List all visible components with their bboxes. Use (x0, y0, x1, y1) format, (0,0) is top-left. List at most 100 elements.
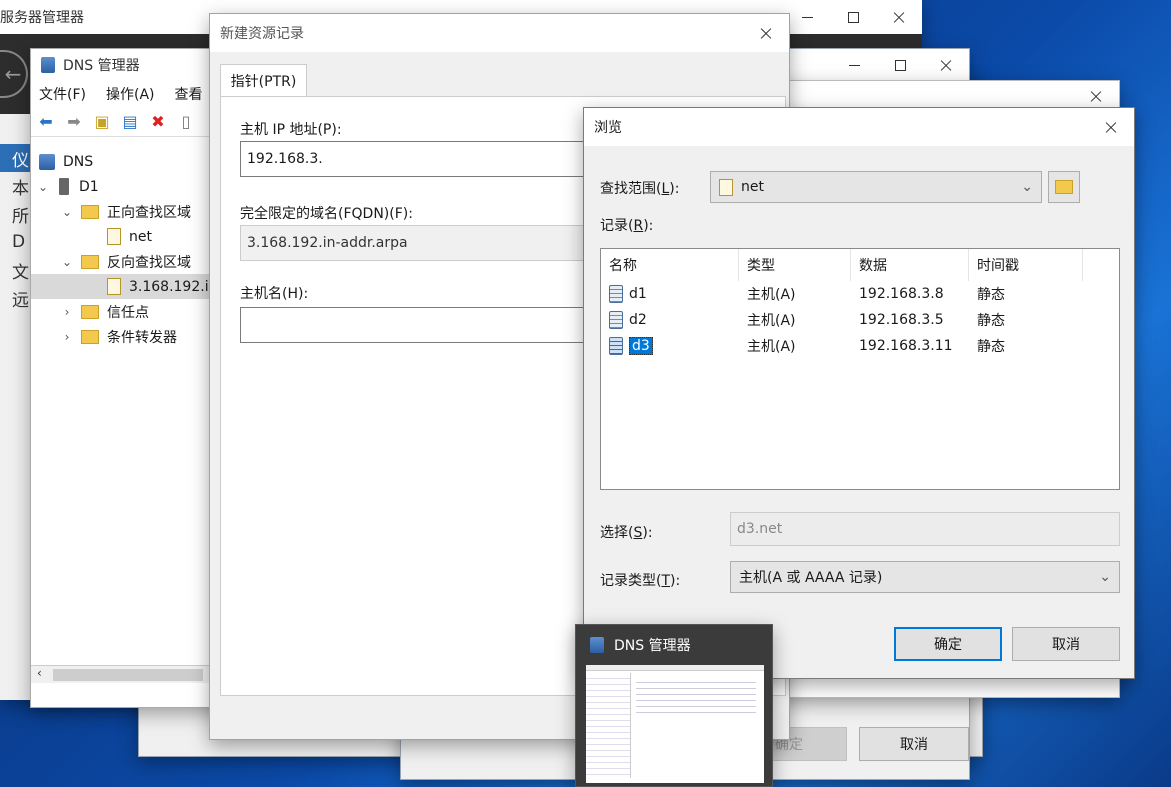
record-type-value: 主机(A 或 AAAA 记录) (739, 570, 883, 586)
column-name[interactable]: 名称 (601, 249, 739, 281)
scope-combo[interactable]: net ⌄ (710, 171, 1042, 203)
tree-item-server[interactable]: ⌄ D1 (31, 174, 210, 199)
horizontal-scrollbar[interactable]: ‹ (31, 665, 211, 683)
nav-item-remote[interactable]: 远 (0, 284, 30, 312)
up-one-level-button[interactable] (1048, 171, 1080, 203)
folder-icon (81, 254, 99, 269)
host-record-icon (609, 337, 623, 355)
close-icon (759, 26, 773, 40)
tree-label: 信任点 (107, 304, 149, 321)
nav-item-local[interactable]: 本 (0, 172, 30, 200)
nav-item-dashboard[interactable]: 仪 (0, 144, 30, 172)
properties-icon[interactable]: ▯ (175, 111, 197, 133)
back-arrow-icon[interactable]: ⬅ (35, 111, 57, 133)
chevron-down-icon[interactable]: ⌄ (35, 180, 51, 194)
list-item[interactable]: d2 主机(A) 192.168.3.5 静态 (601, 307, 1119, 333)
bg-cancel-button[interactable]: 取消 (859, 727, 969, 761)
column-timestamp[interactable]: 时间戳 (969, 249, 1083, 281)
hostname-label: 主机名(H): (240, 286, 309, 302)
record-type-combo[interactable]: 主机(A 或 AAAA 记录) ⌄ (730, 561, 1120, 593)
maximize-icon (847, 11, 859, 23)
selection-label: 选择(S): (600, 525, 653, 541)
records-list[interactable]: 名称 类型 数据 时间戳 d1 主机(A) 192.168.3.8 静态 d2 … (600, 248, 1120, 490)
close-icon (939, 58, 953, 72)
forward-arrow-icon[interactable]: ➡ (63, 111, 85, 133)
record-data: 192.168.3.11 (859, 338, 953, 354)
fqdn-label: 完全限定的域名(FQDN)(F): (240, 206, 413, 222)
tree-item-reverse-zone[interactable]: ⌄ 反向查找区域 (31, 249, 210, 274)
maximize-button[interactable] (830, 0, 876, 34)
up-folder-icon (1055, 180, 1073, 194)
console-tree: DNS ⌄ D1 ⌄ 正向查找区域 net ⌄ 反向查找区域 3.168.192… (31, 149, 211, 704)
minimize-button[interactable] (831, 49, 877, 81)
tree-label: 反向查找区域 (107, 254, 191, 271)
minimize-icon (848, 64, 860, 66)
column-type[interactable]: 类型 (739, 249, 851, 281)
record-data: 192.168.3.8 (859, 286, 944, 302)
tree-label: D1 (79, 178, 99, 195)
list-item-selected[interactable]: d3 主机(A) 192.168.3.11 静态 (601, 333, 1119, 359)
tree-item-forward-zone[interactable]: ⌄ 正向查找区域 (31, 199, 210, 224)
server-manager-title: 服务器管理器 (0, 10, 84, 26)
taskbar-thumbnail[interactable]: DNS 管理器 (575, 624, 773, 787)
scope-value: net (741, 179, 764, 195)
nav-item-all[interactable]: 所 (0, 200, 30, 228)
close-button[interactable] (876, 0, 922, 34)
chevron-right-icon[interactable]: › (59, 305, 75, 319)
list-item[interactable]: d1 主机(A) 192.168.3.8 静态 (601, 281, 1119, 307)
chevron-right-icon[interactable]: › (59, 330, 75, 344)
maximize-button[interactable] (877, 49, 923, 81)
host-ip-label: 主机 IP 地址(P): (240, 122, 342, 138)
close-icon (1089, 89, 1103, 103)
minimize-button[interactable] (784, 0, 830, 34)
dns-app-icon (590, 637, 604, 653)
tree-item-dns[interactable]: DNS (31, 149, 210, 174)
ok-button[interactable]: 确定 (894, 627, 1002, 661)
tree-label: net (129, 228, 152, 245)
scrollbar-thumb[interactable] (53, 669, 203, 681)
close-button[interactable] (743, 14, 789, 52)
nav-item-file[interactable]: 文 (0, 256, 30, 284)
scroll-left-icon[interactable]: ‹ (37, 666, 42, 680)
menu-bar: 文件(F) 操作(A) 查看 (31, 81, 229, 107)
dns-root-icon (39, 153, 55, 170)
server-icon (59, 178, 69, 195)
cancel-button[interactable]: 取消 (1012, 627, 1120, 661)
chevron-down-icon: ⌄ (1099, 569, 1111, 585)
selection-field: d3.net (730, 512, 1120, 546)
tree-item-conditional-forwarders[interactable]: › 条件转发器 (31, 324, 210, 349)
delete-icon[interactable]: ✖ (147, 111, 169, 133)
chevron-down-icon: ⌄ (1021, 179, 1033, 195)
zone-file-icon (107, 228, 121, 245)
menu-action[interactable]: 操作(A) (106, 84, 155, 104)
folder-icon (81, 329, 99, 344)
column-data[interactable]: 数据 (851, 249, 969, 281)
record-type-label: 记录类型(T): (600, 573, 681, 589)
record-type: 主机(A) (747, 339, 796, 355)
server-manager-nav: 仪 本 所 D 文 远 (0, 144, 30, 312)
scope-label: 查找范围(L): (600, 181, 680, 197)
list-header: 名称 类型 数据 时间戳 (601, 249, 1119, 281)
record-timestamp: 静态 (977, 339, 1005, 355)
nav-item-dns[interactable]: D (0, 228, 30, 256)
tree-item-trust-points[interactable]: › 信任点 (31, 299, 210, 324)
thumbnail-preview (586, 665, 764, 783)
chevron-down-icon[interactable]: ⌄ (59, 255, 75, 269)
show-hide-tree-icon[interactable]: ▤ (119, 111, 141, 133)
chevron-down-icon[interactable]: ⌄ (59, 205, 75, 219)
tree-item-reverse-zone-child[interactable]: 3.168.192.i (31, 274, 210, 299)
menu-file[interactable]: 文件(F) (39, 84, 86, 104)
browse-titlebar: 浏览 (584, 108, 1134, 146)
record-data: 192.168.3.5 (859, 312, 944, 328)
record-timestamp: 静态 (977, 313, 1005, 329)
up-folder-icon[interactable]: ▣ (91, 111, 113, 133)
maximize-icon (894, 59, 906, 71)
tab-ptr[interactable]: 指针(PTR) (220, 64, 307, 97)
close-button[interactable] (923, 49, 969, 81)
browse-title: 浏览 (594, 120, 622, 136)
record-name: d3 (629, 337, 653, 355)
tree-item-net[interactable]: net (31, 224, 210, 249)
menu-view[interactable]: 查看 (175, 84, 203, 104)
record-type: 主机(A) (747, 287, 796, 303)
close-button[interactable] (1088, 108, 1134, 146)
